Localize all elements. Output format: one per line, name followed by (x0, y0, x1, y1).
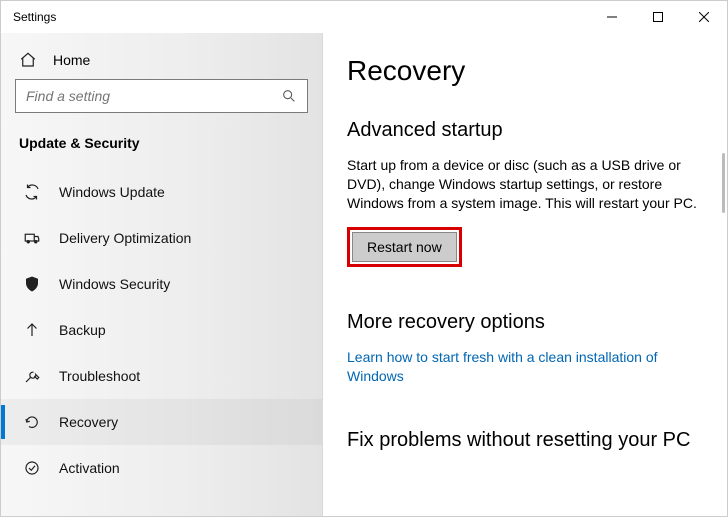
delivery-icon (23, 229, 41, 247)
recovery-icon (23, 413, 41, 431)
body: Home Update & Security Windows Update (1, 33, 727, 516)
sidebar-item-delivery-optimization[interactable]: Delivery Optimization (1, 215, 322, 261)
close-button[interactable] (681, 1, 727, 33)
sidebar-item-label: Recovery (59, 414, 118, 430)
window-controls (589, 1, 727, 33)
scrollbar[interactable] (722, 153, 725, 213)
window-title: Settings (13, 10, 56, 24)
page-title: Recovery (347, 55, 707, 87)
sync-icon (23, 183, 41, 201)
search-input[interactable] (26, 88, 281, 104)
sidebar-item-backup[interactable]: Backup (1, 307, 322, 353)
activation-icon (23, 459, 41, 477)
sidebar-item-windows-security[interactable]: Windows Security (1, 261, 322, 307)
sidebar-item-windows-update[interactable]: Windows Update (1, 169, 322, 215)
category-heading: Update & Security (1, 129, 322, 169)
sidebar-item-label: Activation (59, 460, 120, 476)
sidebar: Home Update & Security Windows Update (1, 33, 323, 516)
sidebar-item-label: Backup (59, 322, 106, 338)
sidebar-item-label: Troubleshoot (59, 368, 140, 384)
sidebar-item-label: Delivery Optimization (59, 230, 191, 246)
sidebar-item-activation[interactable]: Activation (1, 445, 322, 491)
maximize-button[interactable] (635, 1, 681, 33)
titlebar: Settings (1, 1, 727, 33)
more-recovery-heading: More recovery options (347, 311, 707, 334)
content: Recovery Advanced startup Start up from … (323, 33, 727, 516)
search-wrap (1, 79, 322, 129)
settings-window: Settings Home (0, 0, 728, 517)
home-nav[interactable]: Home (1, 41, 322, 79)
nav-list: Windows Update Delivery Optimization Win… (1, 169, 322, 491)
home-label: Home (53, 52, 90, 68)
sidebar-item-label: Windows Update (59, 184, 165, 200)
sidebar-item-recovery[interactable]: Recovery (1, 399, 322, 445)
search-icon (281, 88, 297, 104)
fresh-install-link[interactable]: Learn how to start fresh with a clean in… (347, 348, 707, 386)
search-box[interactable] (15, 79, 308, 113)
restart-highlight: Restart now (347, 227, 462, 267)
wrench-icon (23, 367, 41, 385)
backup-icon (23, 321, 41, 339)
advanced-startup-heading: Advanced startup (347, 119, 707, 142)
minimize-button[interactable] (589, 1, 635, 33)
shield-icon (23, 275, 41, 293)
sidebar-item-label: Windows Security (59, 276, 170, 292)
restart-now-button[interactable]: Restart now (352, 232, 457, 262)
home-icon (19, 51, 37, 69)
fix-problems-heading: Fix problems without resetting your PC (347, 429, 707, 452)
advanced-startup-text: Start up from a device or disc (such as … (347, 156, 707, 213)
sidebar-item-troubleshoot[interactable]: Troubleshoot (1, 353, 322, 399)
